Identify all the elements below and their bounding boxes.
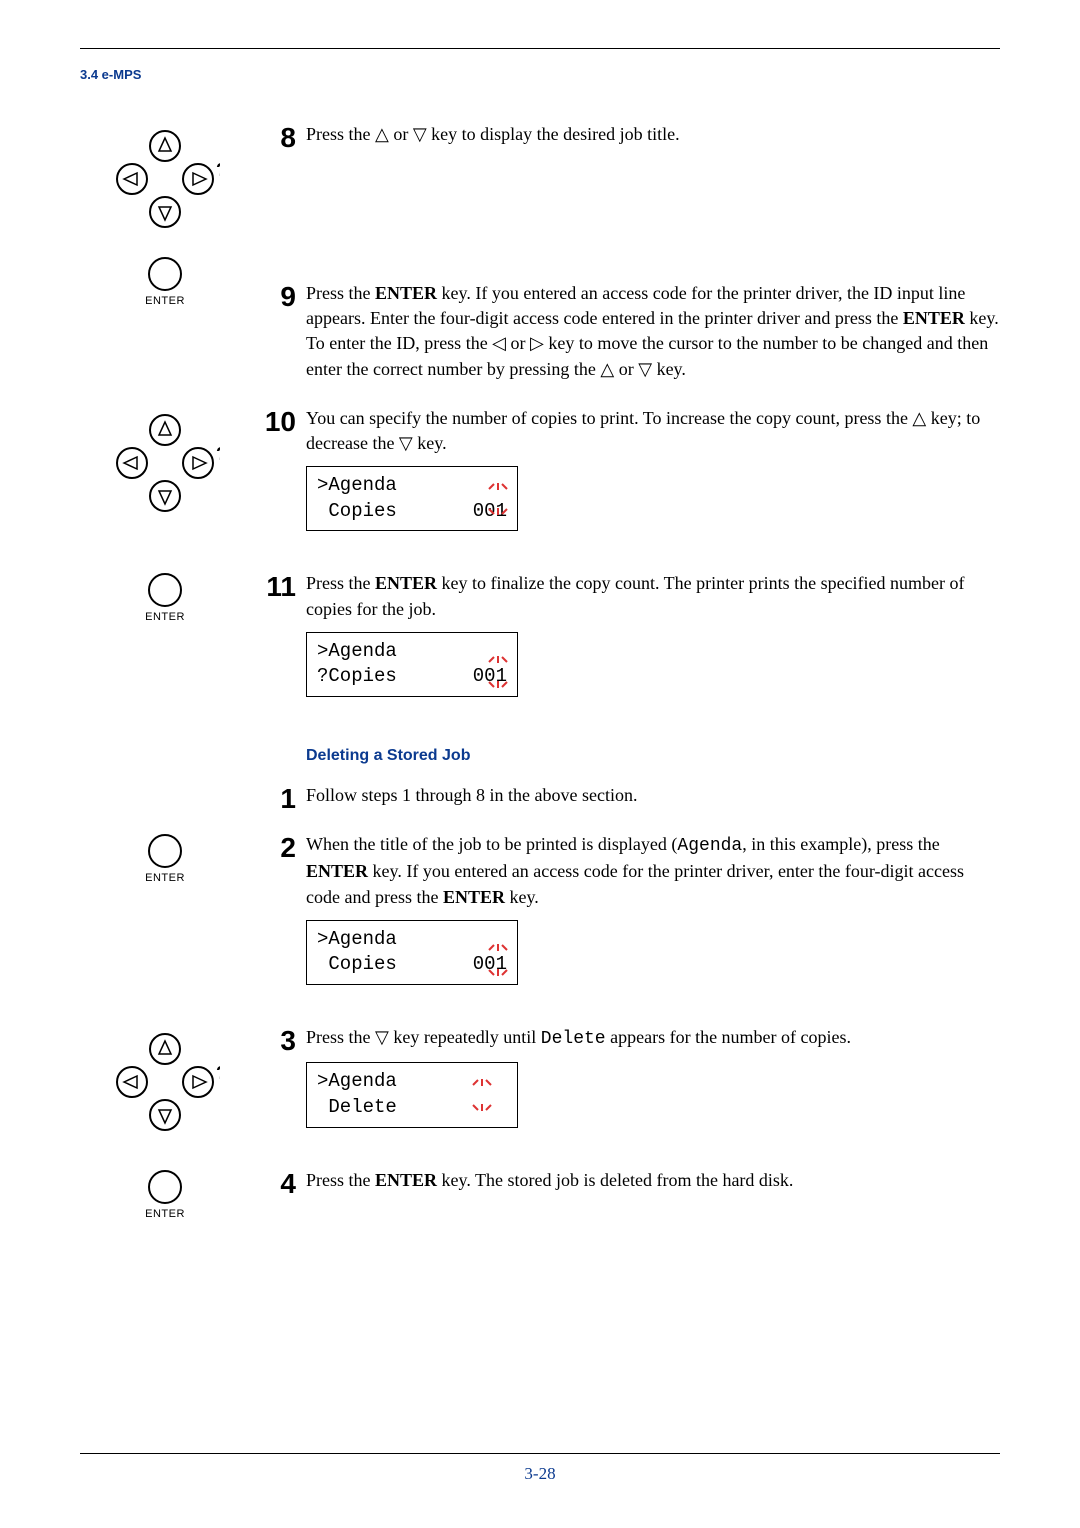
enter-label: ENTER	[145, 295, 185, 307]
svg-text:?: ?	[216, 160, 220, 180]
step-number: 4	[250, 1168, 306, 1198]
step-number: 1	[250, 783, 306, 813]
subheading-delete: Deleting a Stored Job	[306, 747, 1000, 765]
enter-label: ENTER	[145, 872, 185, 884]
enter-key-icon: ENTER	[140, 1170, 190, 1236]
delete-step-1: Follow steps 1 through 8 in the above se…	[306, 783, 1000, 808]
step-number: 8	[250, 122, 306, 152]
top-rule	[80, 48, 1000, 49]
lcd-display: >Agenda Copies001	[306, 920, 518, 985]
enter-key-icon: ENTER	[140, 257, 190, 323]
dpad-icon: ?	[110, 1027, 220, 1137]
enter-key-icon: ENTER	[140, 573, 190, 639]
step-number: 9	[250, 281, 306, 311]
section-tag: 3.4 e-MPS	[80, 67, 1000, 82]
enter-key-icon: ENTER	[140, 834, 190, 900]
delete-step-3: Press the ▽ key repeatedly until Delete …	[306, 1025, 1000, 1052]
lcd-display: >Agenda Copies001	[306, 466, 518, 531]
dpad-icon: ?	[110, 408, 220, 518]
blink-cursor-icon	[485, 942, 511, 978]
blink-cursor-icon	[469, 1077, 495, 1113]
svg-text:?: ?	[216, 444, 220, 464]
bottom-rule	[80, 1453, 1000, 1454]
step-number: 2	[250, 832, 306, 862]
step-9-text: Press the ENTER key. If you entered an a…	[306, 281, 1000, 382]
enter-label: ENTER	[145, 1208, 185, 1220]
lcd-display: >Agenda ?Copies001	[306, 632, 518, 697]
blink-cursor-icon	[485, 654, 511, 690]
lcd-display: >Agenda Delete	[306, 1062, 518, 1127]
step-10-text: You can specify the number of copies to …	[306, 406, 1000, 456]
enter-label: ENTER	[145, 611, 185, 623]
step-11-text: Press the ENTER key to finalize the copy…	[306, 571, 1000, 621]
dpad-icon: ?	[110, 124, 220, 234]
delete-step-4: Press the ENTER key. The stored job is d…	[306, 1168, 1000, 1193]
delete-step-2: When the title of the job to be printed …	[306, 832, 1000, 910]
svg-text:?: ?	[216, 1063, 220, 1083]
step-number: 10	[250, 406, 306, 436]
blink-cursor-icon	[485, 481, 511, 517]
step-number: 3	[250, 1025, 306, 1055]
page-number: 3-28	[0, 1464, 1080, 1484]
content: ? ENTER 8 Press the △ or ▽ key to displa…	[80, 122, 1000, 1236]
step-number: 11	[250, 571, 306, 601]
step-8-text: Press the △ or ▽ key to display the desi…	[306, 122, 1000, 147]
